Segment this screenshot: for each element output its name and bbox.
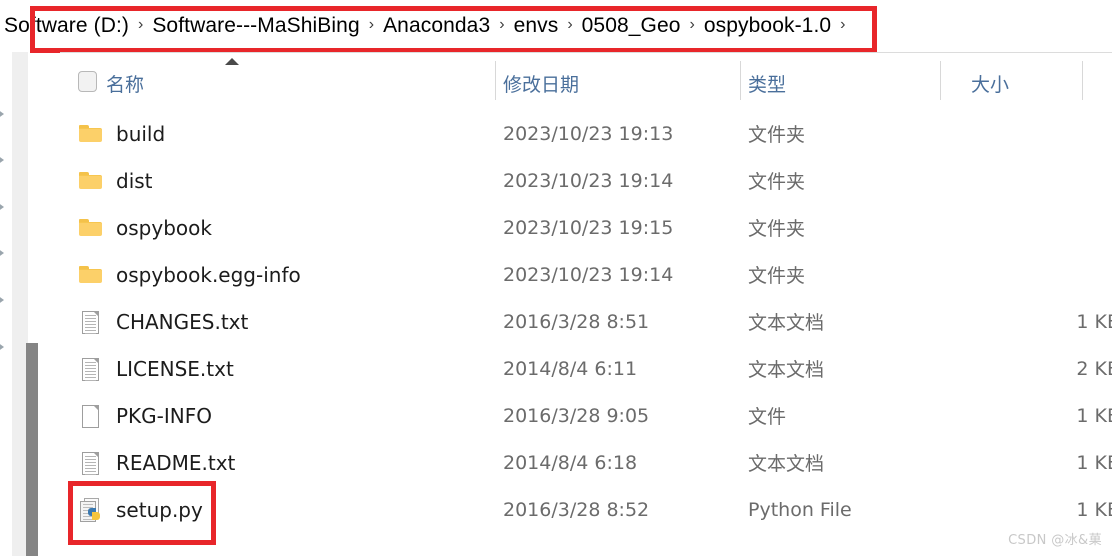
breadcrumb-separator-icon: › bbox=[840, 16, 846, 33]
file-date-cell: 2016/3/28 9:05 bbox=[503, 404, 650, 427]
column-header-2[interactable]: 修改日期 bbox=[503, 70, 579, 97]
file-name-cell[interactable]: LICENSE.txt bbox=[78, 356, 234, 382]
breadcrumb-separator-icon: › bbox=[567, 16, 573, 33]
select-all-checkbox[interactable] bbox=[78, 71, 97, 92]
file-name-label: ospybook bbox=[116, 215, 212, 240]
column-header-3[interactable]: 类型 bbox=[748, 70, 786, 97]
file-name-label: README.txt bbox=[116, 450, 236, 475]
file-name-label: build bbox=[116, 121, 166, 146]
file-size-cell: 1 KB bbox=[1076, 310, 1112, 333]
breadcrumb[interactable]: Software (D:) › Software---MaShiBing › Anaco… bbox=[0, 0, 1112, 52]
file-row[interactable]: README.txt 2014/8/4 6:18 文本文档 1 KB bbox=[60, 439, 1112, 486]
blank-file-icon bbox=[78, 403, 104, 429]
breadcrumb-item[interactable]: Software (D:) bbox=[4, 14, 129, 38]
file-row[interactable]: CHANGES.txt 2016/3/28 8:51 文本文档 1 KB bbox=[60, 298, 1112, 345]
text-document-icon bbox=[78, 309, 104, 335]
file-row[interactable]: PKG-INFO 2016/3/28 9:05 文件 1 KB bbox=[60, 392, 1112, 439]
file-size-cell: 1 KB bbox=[1076, 404, 1112, 427]
file-type-cell: 文本文档 bbox=[748, 453, 825, 475]
column-header-row[interactable]: 名称 修改日期 类型 大小 bbox=[60, 53, 1112, 108]
folder-icon bbox=[78, 262, 104, 288]
breadcrumb-separator-icon: › bbox=[499, 16, 505, 33]
file-name-cell[interactable]: PKG-INFO bbox=[78, 403, 212, 429]
python-file-icon bbox=[78, 497, 104, 523]
file-date-cell: 2023/10/23 19:14 bbox=[503, 263, 674, 286]
file-row[interactable]: LICENSE.txt 2014/8/4 6:11 文本文档 2 KB bbox=[60, 345, 1112, 392]
file-row[interactable]: build 2023/10/23 19:13 文件夹 bbox=[60, 110, 1112, 157]
breadcrumb-separator-icon: › bbox=[138, 16, 144, 33]
file-name-label: LICENSE.txt bbox=[116, 356, 234, 381]
file-row[interactable]: ospybook 2023/10/23 19:15 文件夹 bbox=[60, 204, 1112, 251]
breadcrumb-item[interactable]: ospybook-1.0 bbox=[704, 14, 831, 38]
file-name-cell[interactable]: ospybook bbox=[78, 215, 212, 241]
file-name-label: setup.py bbox=[116, 497, 203, 522]
folder-icon bbox=[78, 168, 104, 194]
navigation-scrollbar-thumb[interactable] bbox=[26, 343, 38, 556]
column-divider[interactable] bbox=[940, 61, 941, 100]
column-divider[interactable] bbox=[740, 61, 741, 100]
file-type-cell: 文件夹 bbox=[748, 265, 806, 287]
chevron-right-icon[interactable] bbox=[0, 202, 4, 212]
chevron-right-icon[interactable] bbox=[0, 155, 4, 165]
folder-icon bbox=[78, 215, 104, 241]
file-type-cell: 文件夹 bbox=[748, 124, 806, 146]
file-type-cell: Python File bbox=[748, 498, 852, 521]
breadcrumb-item[interactable]: Anaconda3 bbox=[383, 14, 490, 38]
chevron-right-icon[interactable] bbox=[0, 109, 4, 119]
column-header-1[interactable]: 名称 bbox=[106, 70, 144, 97]
column-divider[interactable] bbox=[1082, 61, 1083, 100]
caret-up-icon bbox=[225, 58, 239, 65]
file-type-cell: 文件夹 bbox=[748, 171, 806, 193]
file-name-cell[interactable]: CHANGES.txt bbox=[78, 309, 248, 335]
column-divider[interactable] bbox=[495, 61, 496, 100]
file-type-cell: 文本文档 bbox=[748, 359, 825, 381]
file-size-cell: 1 KB bbox=[1076, 498, 1112, 521]
file-row[interactable]: ospybook.egg-info 2023/10/23 19:14 文件夹 bbox=[60, 251, 1112, 298]
file-name-label: PKG-INFO bbox=[116, 403, 212, 428]
file-name-cell[interactable]: README.txt bbox=[78, 450, 235, 476]
file-name-cell[interactable]: setup.py bbox=[78, 497, 203, 523]
breadcrumb-separator-icon: › bbox=[689, 16, 695, 33]
folder-icon bbox=[78, 121, 104, 147]
file-size-cell: 1 KB bbox=[1076, 451, 1112, 474]
file-date-cell: 2023/10/23 19:14 bbox=[503, 169, 674, 192]
file-date-cell: 2014/8/4 6:18 bbox=[503, 451, 638, 474]
file-type-cell: 文件夹 bbox=[748, 218, 806, 240]
navigation-pane bbox=[0, 52, 38, 556]
file-name-label: dist bbox=[116, 168, 153, 193]
file-date-cell: 2016/3/28 8:52 bbox=[503, 498, 650, 521]
file-date-cell: 2023/10/23 19:13 bbox=[503, 122, 674, 145]
file-name-cell[interactable]: ospybook.egg-info bbox=[78, 262, 301, 288]
file-row[interactable]: setup.py 2016/3/28 8:52 Python File 1 KB bbox=[60, 486, 1112, 533]
file-row[interactable]: dist 2023/10/23 19:14 文件夹 bbox=[60, 157, 1112, 204]
watermark: CSDN @冰&菓 bbox=[1008, 533, 1102, 548]
breadcrumb-item[interactable]: Software---MaShiBing bbox=[152, 14, 359, 38]
file-type-cell: 文件 bbox=[748, 406, 787, 428]
chevron-right-icon[interactable] bbox=[0, 248, 4, 258]
chevron-right-icon[interactable] bbox=[0, 295, 4, 305]
navigation-tree-chevrons bbox=[0, 52, 12, 556]
chevron-right-icon[interactable] bbox=[0, 342, 4, 352]
breadcrumb-item[interactable]: envs bbox=[514, 14, 559, 38]
text-document-icon bbox=[78, 356, 104, 382]
file-name-label: CHANGES.txt bbox=[116, 309, 249, 334]
file-date-cell: 2023/10/23 19:15 bbox=[503, 216, 674, 239]
file-date-cell: 2014/8/4 6:11 bbox=[503, 357, 638, 380]
breadcrumb-item[interactable]: 0508_Geo bbox=[582, 14, 681, 38]
text-document-icon bbox=[78, 450, 104, 476]
file-list[interactable]: build 2023/10/23 19:13 文件夹 dist 2023/10/23 1… bbox=[60, 110, 1112, 533]
navigation-scrollbar-track[interactable] bbox=[12, 52, 38, 556]
file-date-cell: 2016/3/28 8:51 bbox=[503, 310, 650, 333]
breadcrumb-separator-icon: › bbox=[368, 16, 375, 33]
file-type-cell: 文本文档 bbox=[748, 312, 825, 334]
file-name-cell[interactable]: dist bbox=[78, 168, 153, 194]
file-name-cell[interactable]: build bbox=[78, 121, 165, 147]
column-header-4[interactable]: 大小 bbox=[971, 70, 1009, 97]
file-name-label: ospybook.egg-info bbox=[116, 262, 301, 287]
file-size-cell: 2 KB bbox=[1076, 357, 1112, 380]
